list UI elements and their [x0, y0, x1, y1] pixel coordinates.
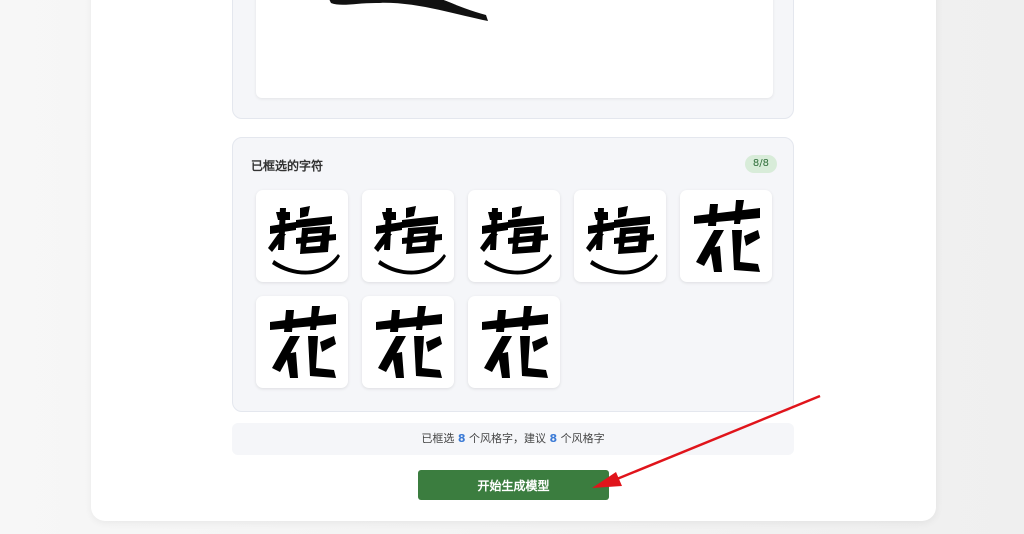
selection-summary: 已框选 8 个风格字，建议 8 个风格字: [232, 423, 794, 455]
glyph-tile[interactable]: [574, 190, 666, 282]
glyph-tile[interactable]: [362, 296, 454, 388]
summary-text-2: 个风格字，建议: [465, 432, 550, 445]
page: 已框选的字符 8/8 已框选 8 个风格字，建议 8 个风格字 开始生成模型: [0, 0, 1024, 534]
selected-characters-panel: 已框选的字符 8/8: [232, 137, 794, 412]
calligraphy-preview-canvas[interactable]: [256, 0, 773, 98]
suggested-count: 8: [549, 432, 558, 445]
glyph-mei-image: [268, 206, 340, 275]
glyph-hua-image: [376, 306, 442, 378]
glyph-mei-image: [374, 206, 446, 275]
glyph-mei-image: [480, 206, 552, 275]
glyph-tile[interactable]: [680, 190, 772, 282]
glyph-tile[interactable]: [362, 190, 454, 282]
calligraphy-brush-stroke: [329, 0, 488, 21]
glyph-tile[interactable]: [256, 296, 348, 388]
count-badge: 8/8: [744, 155, 777, 173]
glyph-tile[interactable]: [468, 190, 560, 282]
glyph-hua-image: [694, 200, 760, 272]
glyph-mei-image: [586, 206, 658, 275]
glyph-hua-image: [270, 306, 336, 378]
glyph-hua-image: [482, 306, 548, 378]
preview-panel: [232, 0, 794, 119]
glyph-tile[interactable]: [256, 190, 348, 282]
panel-title: 已框选的字符: [251, 159, 324, 173]
summary-text-3: 个风格字: [557, 432, 605, 445]
selected-count: 8: [457, 432, 466, 445]
summary-text-1: 已框选: [421, 432, 458, 445]
glyph-tile[interactable]: [468, 296, 560, 388]
start-generate-model-button[interactable]: 开始生成模型: [418, 470, 609, 500]
